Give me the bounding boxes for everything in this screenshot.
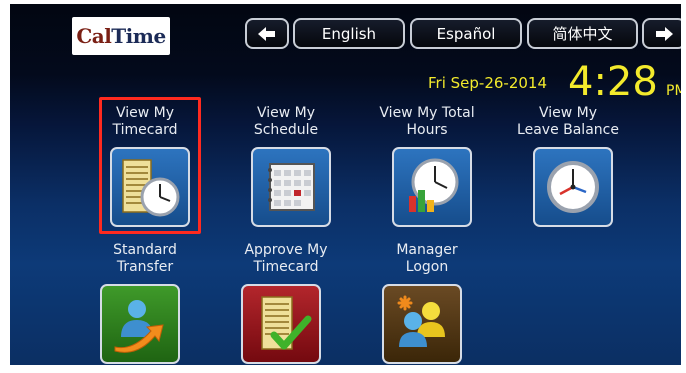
- schedule-book-icon: [268, 163, 315, 211]
- tile-label-manager-logon: Manager Logon: [396, 242, 458, 275]
- language-spanish-button[interactable]: Español: [410, 18, 522, 49]
- am-pm-indicator: PM: [666, 83, 681, 99]
- transfer-user-icon: [114, 300, 164, 353]
- tile-label-standard-transfer: Standard Transfer: [113, 242, 177, 275]
- kiosk-screen: Cal Time English Español 简体中文 Fri Sep-26-…: [10, 4, 681, 365]
- tile-label-view-total-hours: View My Total Hours: [379, 105, 475, 138]
- tile-label-view-schedule: View My Schedule: [253, 105, 319, 138]
- manager-users-icon: [397, 295, 445, 347]
- manager-logon-button[interactable]: [382, 284, 462, 364]
- tile-label-approve-timecard: Approve My Timecard: [244, 242, 328, 275]
- standard-transfer-button[interactable]: [100, 284, 180, 364]
- current-date: Fri Sep-26-2014: [428, 74, 547, 92]
- forward-button[interactable]: [642, 18, 681, 49]
- caltime-logo: Cal Time: [72, 17, 170, 55]
- clock-chart-icon: [409, 158, 459, 212]
- view-schedule-button[interactable]: [251, 147, 331, 227]
- back-button[interactable]: [245, 18, 289, 49]
- approve-timecard-button[interactable]: [241, 284, 321, 364]
- tile-label-view-leave-balance: View My Leave Balance: [517, 105, 619, 138]
- clock-icon: [547, 161, 599, 213]
- approve-timecard-icon: [261, 296, 312, 350]
- view-total-hours-button[interactable]: [392, 147, 472, 227]
- language-english-button[interactable]: English: [293, 18, 405, 49]
- language-chinese-button[interactable]: 简体中文: [527, 18, 638, 49]
- selection-highlight: [99, 97, 201, 234]
- right-arrow-icon: [656, 26, 673, 41]
- left-arrow-icon: [258, 26, 275, 41]
- current-time: 4:28: [568, 59, 658, 105]
- view-leave-balance-button[interactable]: [533, 147, 613, 227]
